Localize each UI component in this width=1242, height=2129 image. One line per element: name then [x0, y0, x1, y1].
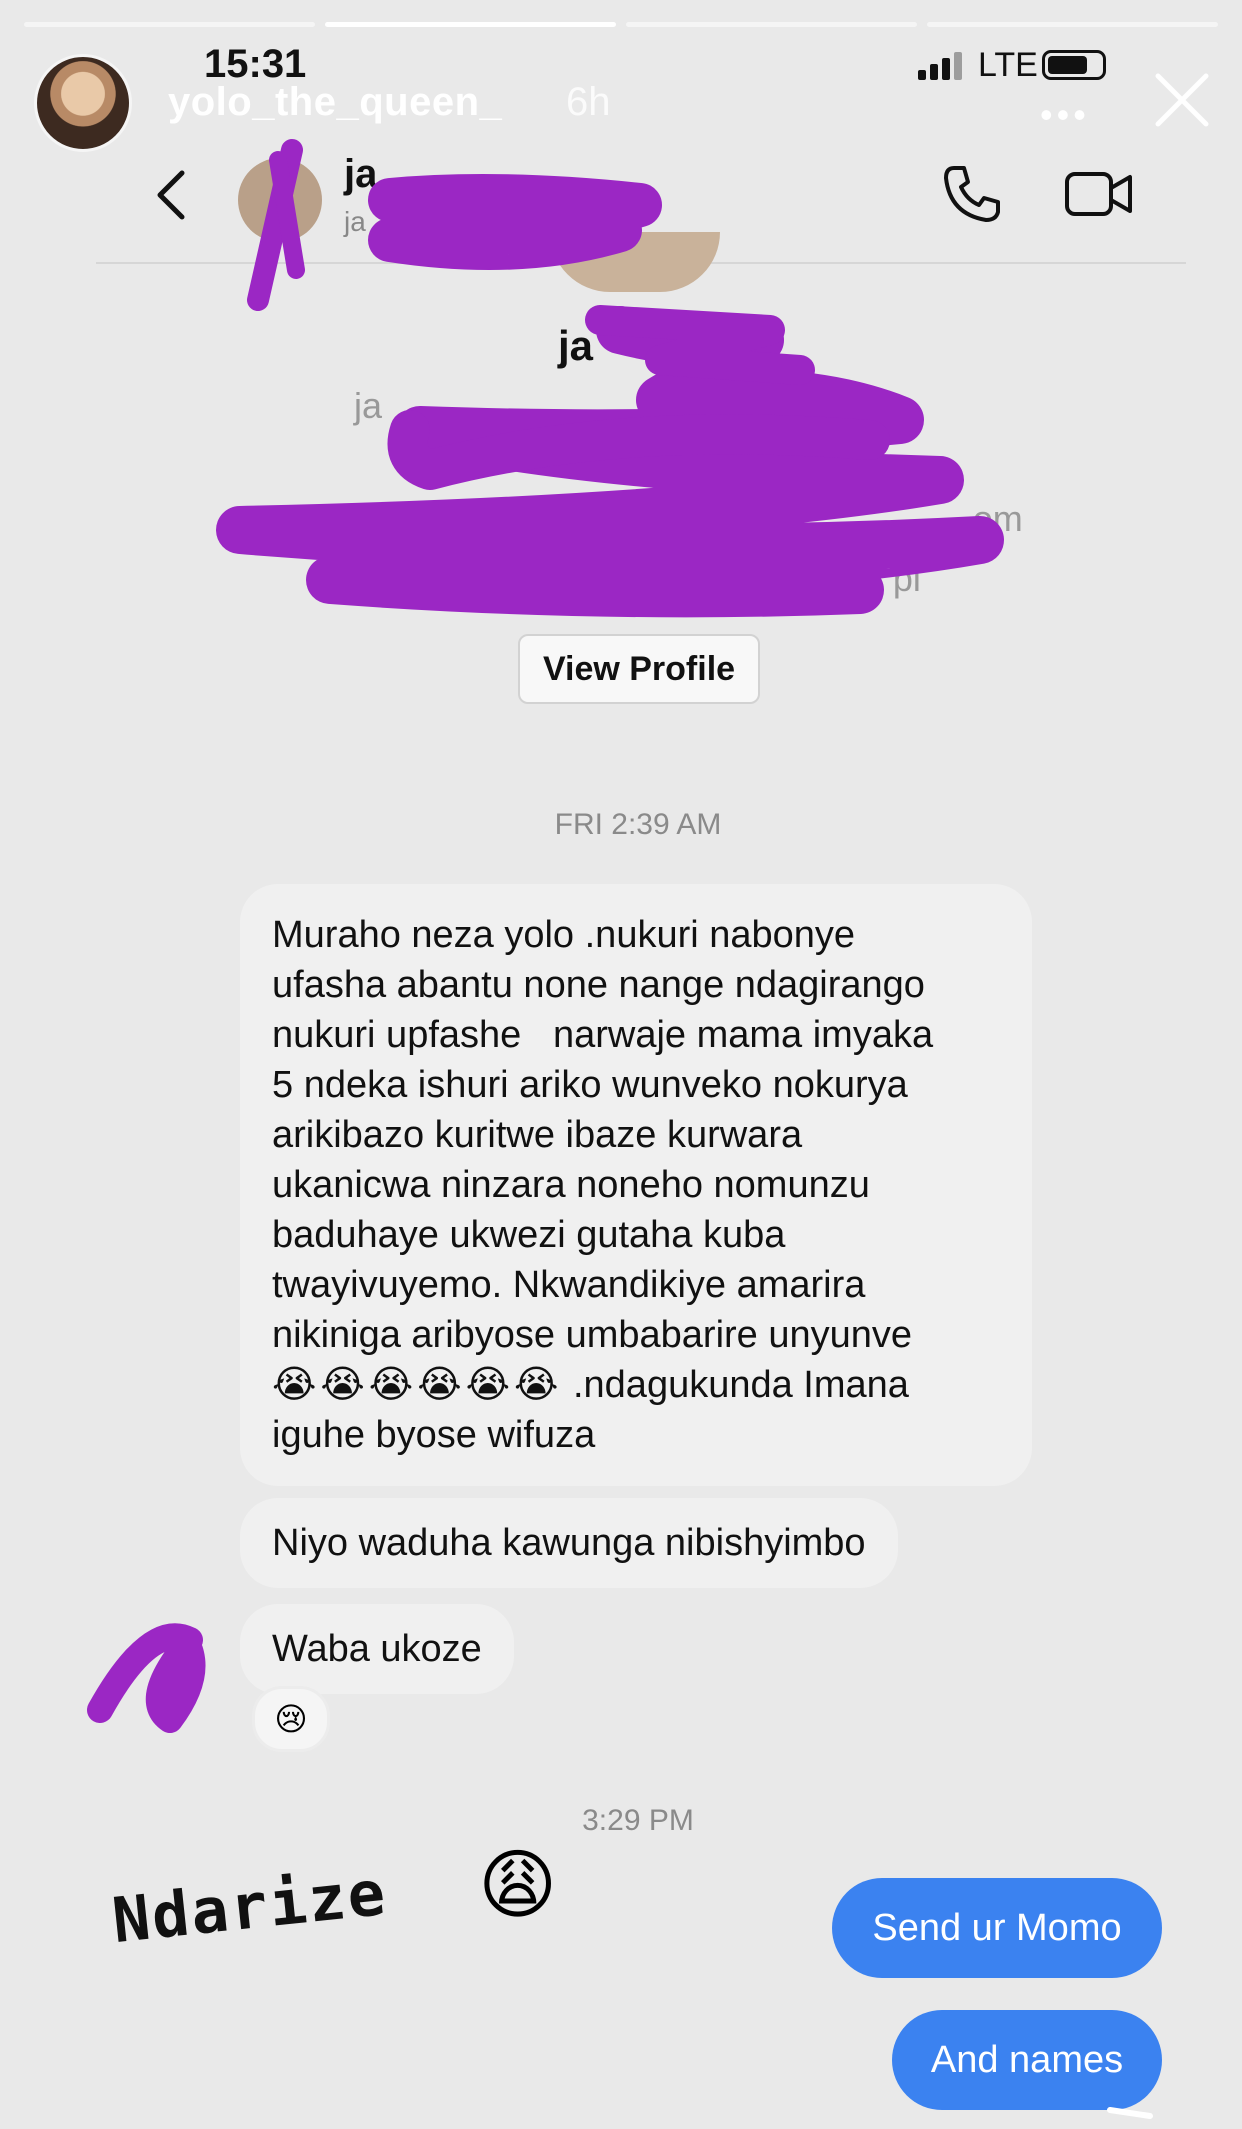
message-line: baduhaye ukwezi gutaha kuba [272, 1214, 786, 1256]
phone-icon[interactable] [940, 162, 1004, 226]
profile-followers-line: Yo om [262, 498, 1023, 540]
message-line: arikibazo kuritwe ibaze kurwara [272, 1114, 803, 1156]
message-line: ukanicwa ninzara noneho nomunzu [272, 1164, 870, 1206]
view-profile-button[interactable]: View Profile [518, 634, 760, 704]
chevron-left-icon[interactable] [150, 165, 190, 225]
weary-emoji-sticker: 😩 [478, 1843, 558, 1928]
chat-avatar[interactable] [238, 158, 322, 242]
message-line: 5 ndeka ishuri ariko wunveko nokurya [272, 1064, 908, 1106]
message-line: twayivuyemo. Nkwandikiye amarira [272, 1264, 866, 1306]
crying-emoji-row: 😭😭😭😭😭😭 [272, 1364, 563, 1406]
incoming-message[interactable]: Niyo waduha kawunga nibishyimbo [240, 1498, 898, 1588]
incoming-message[interactable]: Muraho neza yolo .nukuri nabonye ufasha … [240, 884, 1032, 1486]
chat-contact-name[interactable]: ja [344, 152, 377, 197]
message-line: Muraho neza yolo .nukuri nabonye [272, 914, 856, 956]
more-dots-icon[interactable]: ••• [1040, 94, 1090, 136]
message-line: nukuri upfashe narwaje mama imyaka [272, 1014, 934, 1056]
story-caption: Ndarize [108, 1855, 391, 1958]
profile-line-text: gram [822, 385, 905, 426]
profile-name: ja [558, 322, 594, 369]
outgoing-message[interactable]: Send ur Momo [832, 1878, 1162, 1978]
outgoing-message[interactable]: And names [892, 2010, 1162, 2110]
story-progress-segment [325, 22, 616, 27]
video-camera-icon[interactable] [1064, 164, 1134, 224]
message-line: ufasha abantu none nange ndagirango [272, 964, 925, 1006]
profile-mutuals-line: You both follo pi [356, 558, 921, 600]
story-progress-segment [927, 22, 1218, 27]
message-text: .ndagukunda Imana [562, 1364, 909, 1406]
message-line: iguhe byose wifuza [272, 1414, 596, 1456]
close-icon[interactable] [1150, 68, 1214, 132]
chat-contact-subtitle: ja [344, 206, 366, 237]
profile-picture [550, 232, 720, 292]
story-progress-segment [626, 22, 917, 27]
signal-icon [918, 50, 962, 80]
story-progress [24, 22, 1218, 28]
story-age: 6h [566, 80, 611, 124]
profile-line-text: om [972, 498, 1023, 539]
story-progress-segment [24, 22, 315, 27]
message-reaction[interactable]: 😢 [252, 1686, 330, 1752]
battery-icon [1042, 50, 1106, 80]
profile-line-text: Yo [262, 498, 303, 539]
profile-handle-line: ja gram [354, 385, 904, 427]
story-avatar[interactable] [34, 54, 132, 152]
incoming-message[interactable]: Waba ukoze [240, 1604, 514, 1694]
message-timestamp: 3:29 PM [582, 1804, 694, 1837]
profile-line-text: You both follo [356, 558, 573, 599]
profile-line-text: pi [892, 558, 921, 599]
message-line: nikiniga aribyose umbabarire unyunve [272, 1314, 913, 1356]
network-label: LTE [978, 46, 1038, 84]
profile-line-text: ja [354, 385, 383, 426]
message-line: 😭😭😭😭😭😭 .ndagukunda Imana [272, 1360, 1000, 1410]
message-timestamp: FRI 2:39 AM [554, 808, 722, 841]
story-username[interactable]: yolo_the_queen_ [168, 80, 502, 125]
